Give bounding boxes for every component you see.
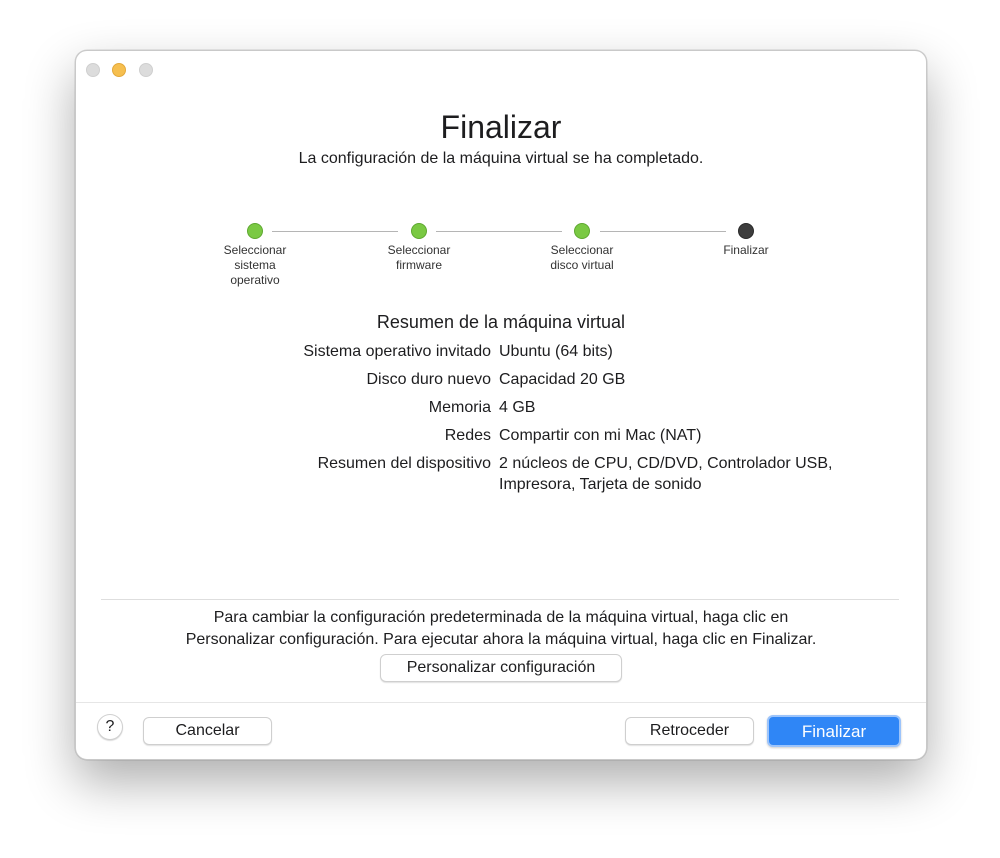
summary-value: Ubuntu (64 bits) [499,343,613,360]
step-indicator-os [247,223,263,239]
close-window-button[interactable] [86,63,100,77]
help-button[interactable]: ? [97,714,123,740]
customize-hint-line: Personalizar configuración. Para ejecuta… [185,631,817,648]
cancel-button[interactable]: Cancelar [143,717,272,745]
page-subtitle: La configuración de la máquina virtual s… [298,150,704,167]
page-title: Finalizar [440,109,562,145]
customize-hint-line: Para cambiar la configuración predetermi… [213,609,789,626]
footer-divider [76,702,926,703]
finish-button[interactable]: Finalizar [767,715,901,747]
summary-label: Redes [444,427,491,444]
step-indicator-firmware [411,223,427,239]
customize-settings-button[interactable]: Personalizar configuración [380,654,622,682]
section-divider [101,599,899,600]
minimize-window-button[interactable] [112,63,126,77]
zoom-window-button[interactable] [139,63,153,77]
summary-value: 2 núcleos de CPU, CD/DVD, Controlador US… [499,455,833,493]
back-button[interactable]: Retroceder [625,717,754,745]
step-label-firmware: Seleccionar firmware [387,243,451,272]
summary-label: Disco duro nuevo [366,371,491,388]
step-indicator-finish [738,223,754,239]
summary-value: Capacidad 20 GB [499,371,626,388]
summary-value: 4 GB [499,399,536,416]
summary-label: Resumen del dispositivo [317,455,491,472]
step-connector [436,231,562,232]
step-label-finish: Finalizar [723,243,769,257]
customize-hint: Para cambiar la configuración predetermi… [76,607,926,651]
vm-assistant-window: Finalizar La configuración de la máquina… [75,50,927,760]
summary-value: Compartir con mi Mac (NAT) [499,427,702,444]
step-connector [272,231,398,232]
step-indicator-disk [574,223,590,239]
summary-heading: Resumen de la máquina virtual [376,312,626,332]
summary-label: Memoria [428,399,491,416]
summary-label: Sistema operativo invitado [303,343,491,360]
step-label-disk: Seleccionar disco virtual [550,243,614,272]
step-label-os: Seleccionar sistema operativo [223,243,287,287]
step-connector [600,231,726,232]
